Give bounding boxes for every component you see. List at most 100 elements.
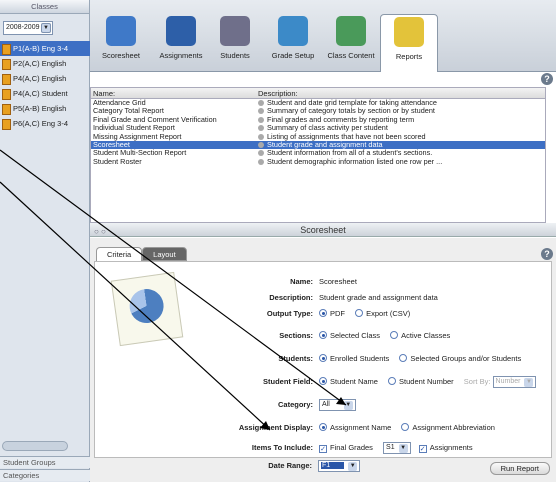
name-value: Scoresheet (319, 277, 357, 286)
sections-label: Sections: (279, 331, 313, 340)
tab-class-content[interactable]: Class Content (322, 14, 380, 70)
items-label: Items To Include: (251, 443, 313, 452)
report-row[interactable]: Category Total Report Summary of category… (91, 107, 545, 115)
description-label: Description: (269, 293, 313, 302)
student-field-row: Student Field: Student Name Student Numb… (95, 374, 553, 390)
chevron-down-icon: ▼ (398, 444, 408, 454)
info-icon (258, 100, 264, 106)
class-content-icon (336, 16, 366, 46)
students-label: Students: (278, 354, 313, 363)
sections-active-radio[interactable]: Active Classes (390, 331, 450, 340)
chevron-down-icon: ▼ (524, 378, 534, 388)
report-row[interactable]: Final Grade and Comment Verification Fina… (91, 116, 545, 124)
students-icon (220, 16, 250, 46)
output-type-row: Output Type: PDF Export (CSV) (95, 306, 553, 322)
student-groups-panel[interactable]: Student Groups (0, 456, 90, 468)
report-row[interactable]: Student Roster Student demographic inform… (91, 158, 545, 166)
output-pdf-radio[interactable]: PDF (319, 309, 345, 318)
class-list: P1(A-B) Eng 3-4 P2(A,C) English P4(A,C) … (0, 41, 90, 131)
category-label: Category: (277, 400, 313, 409)
assignment-display-row: Assignment Display: Assignment Name Assi… (95, 420, 553, 436)
scoresheet-title: Scoresheet (300, 225, 346, 235)
sections-row: Sections: Selected Class Active Classes (95, 328, 553, 344)
date-range-label: Date Range: (268, 461, 312, 470)
items-row: Items To Include: ✓ Final Grades S1 ▼ ✓ Ass… (95, 440, 553, 456)
reports-icon (394, 17, 424, 47)
class-item[interactable]: P6(A,C) Eng 3-4 (0, 116, 90, 131)
criteria-layout-tabs: Criteria Layout (96, 247, 187, 261)
term-select[interactable]: S1 ▼ (383, 442, 411, 455)
class-item[interactable]: P5(A-B) English (0, 101, 90, 116)
class-item[interactable]: P2(A,C) English (0, 56, 90, 71)
date-range-select[interactable]: F1 ▼ (318, 460, 361, 473)
info-icon (258, 158, 264, 165)
sections-selected-radio[interactable]: Selected Class (319, 331, 380, 340)
sort-by-label: Sort By: (463, 377, 491, 386)
info-icon (258, 125, 264, 132)
tab-layout[interactable]: Layout (142, 247, 187, 261)
assignment-display-label: Assignment Display: (238, 423, 313, 432)
scoresheet-pane: Criteria Layout ? Name: Scoresheet Descr… (90, 238, 556, 482)
output-csv-radio[interactable]: Export (CSV) (355, 309, 410, 318)
sidebar-header: Classes (0, 0, 89, 14)
year-select[interactable]: 2008-2009 ▼ (3, 21, 53, 35)
student-field-label: Student Field: (263, 377, 313, 386)
chevron-down-icon: ▼ (348, 462, 358, 472)
sort-by-select[interactable]: Number ▼ (492, 376, 537, 389)
students-groups-radio[interactable]: Selected Groups and/or Students (399, 354, 521, 363)
tab-reports[interactable]: Reports (380, 14, 438, 72)
category-row: Category: All ▼ (95, 397, 553, 413)
tab-students[interactable]: Students (206, 14, 264, 70)
report-list-header: Name: Description: (91, 88, 545, 99)
assignment-abbreviation-radio[interactable]: Assignment Abbreviation (401, 423, 495, 432)
year-value: 2008-2009 (6, 24, 40, 31)
field-number-radio[interactable]: Student Number (388, 377, 454, 386)
assignment-name-radio[interactable]: Assignment Name (319, 423, 391, 432)
field-name-radio[interactable]: Student Name (319, 377, 378, 386)
chevron-down-icon: ▼ (343, 401, 353, 411)
report-row[interactable]: Individual Student Report Summary of clas… (91, 124, 545, 132)
report-row[interactable]: Attendance Grid Student and date grid tem… (91, 99, 545, 107)
sidebar-scrollbar[interactable] (2, 441, 68, 451)
categories-panel[interactable]: Categories (0, 469, 90, 481)
output-type-label: Output Type: (266, 309, 313, 318)
info-icon (258, 141, 264, 148)
report-row-selected[interactable]: Scoresheet Student grade and assignment d… (91, 140, 545, 150)
tab-assignments[interactable]: Assignments (152, 14, 210, 70)
report-row[interactable]: Student Multi-Section Report Student info… (91, 149, 545, 157)
report-list: Name: Description: Attendance Grid Studen… (90, 87, 546, 223)
name-row: Name: Scoresheet (95, 274, 553, 290)
students-row: Students: Enrolled Students Selected Gro… (95, 351, 553, 367)
help-icon[interactable]: ? (541, 73, 553, 85)
window-controls-icon[interactable]: ○ ○ (94, 225, 106, 239)
info-icon (258, 108, 264, 115)
info-icon (258, 133, 264, 140)
class-item[interactable]: P4(A,C) Student (0, 86, 90, 101)
final-grades-checkbox[interactable]: ✓ Final Grades (319, 443, 373, 453)
category-select[interactable]: All ▼ (319, 399, 356, 412)
help-icon[interactable]: ? (541, 248, 553, 260)
run-report-button[interactable]: Run Report (489, 462, 550, 475)
chevron-down-icon[interactable]: ▼ (41, 23, 51, 33)
report-row[interactable]: Missing Assignment Report Listing of assi… (91, 133, 545, 141)
main-toolbar: Scoresheet Assignments Students Grade Se… (90, 0, 556, 72)
date-range-row: Date Range: F1 ▼ (94, 458, 552, 474)
class-item[interactable]: P4(A,C) English (0, 71, 90, 86)
column-header-name[interactable]: Name: (91, 88, 254, 98)
description-row: Description: Student grade and assignmen… (95, 290, 553, 306)
criteria-form: Name: Scoresheet Description: Student gr… (94, 261, 552, 458)
students-enrolled-radio[interactable]: Enrolled Students (319, 354, 389, 363)
tab-scoresheet[interactable]: Scoresheet (92, 14, 150, 70)
assignments-checkbox[interactable]: ✓ Assignments (418, 443, 473, 453)
scoresheet-titlebar: ○ ○ Scoresheet (90, 223, 556, 237)
tab-grade-setup[interactable]: Grade Setup (264, 14, 322, 70)
class-sidebar: Classes 2008-2009 ▼ P1(A-B) Eng 3-4 P2(A… (0, 0, 90, 482)
info-icon (258, 116, 264, 123)
class-item[interactable]: P1(A-B) Eng 3-4 (0, 41, 90, 56)
column-header-description[interactable]: Description: (254, 88, 545, 98)
scoresheet-icon (106, 16, 136, 46)
assignments-icon (166, 16, 196, 46)
tab-criteria[interactable]: Criteria (96, 247, 143, 261)
name-label: Name: (290, 277, 313, 286)
description-value: Student grade and assignment data (319, 293, 438, 302)
